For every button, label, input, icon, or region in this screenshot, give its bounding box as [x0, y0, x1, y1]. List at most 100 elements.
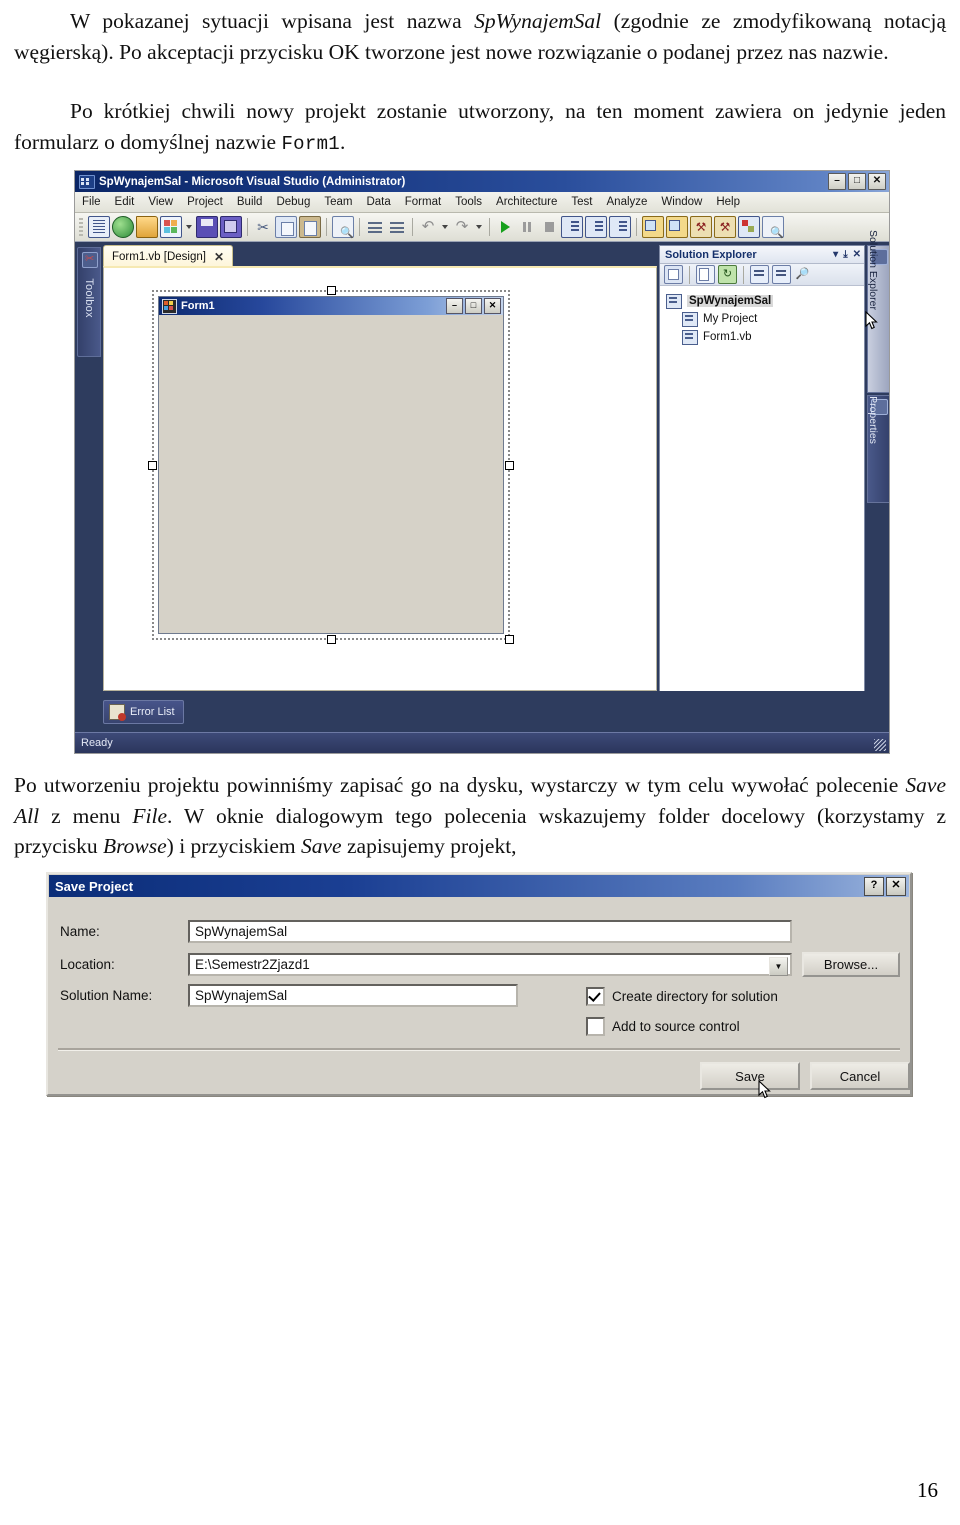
navigate-icon[interactable] [762, 216, 784, 239]
paragraph-3-d: ) i przyciskiem [166, 834, 302, 859]
tab-error-list[interactable]: Error List [103, 700, 184, 724]
sidebar-tab-toolbox[interactable]: Toolbox [77, 247, 101, 357]
name-input[interactable]: SpWynajemSal [188, 920, 792, 943]
view-code-icon[interactable] [750, 265, 769, 284]
chevron-down-icon[interactable] [186, 225, 192, 229]
vs-dock-area: Toolbox Form1.vb [Design] ✕ Form1 [75, 230, 889, 753]
checkbox-unchecked-icon[interactable] [586, 1017, 605, 1036]
form1-preview[interactable]: Form1 – □ ✕ [158, 296, 504, 634]
maximize-icon[interactable]: □ [848, 173, 866, 190]
menu-item-view[interactable]: View [141, 196, 180, 208]
menu-item-file[interactable]: File [75, 196, 108, 208]
object-browser-icon[interactable] [690, 216, 712, 238]
view-designer-icon[interactable] [772, 265, 791, 284]
tab-form1-design[interactable]: Form1.vb [Design] ✕ [103, 245, 234, 268]
menu-item-project[interactable]: Project [180, 196, 230, 208]
sidebar-tab-properties[interactable]: Properties [867, 395, 889, 503]
undo-icon[interactable] [418, 217, 438, 237]
close-icon[interactable]: ✕ [886, 876, 906, 896]
menu-item-test[interactable]: Test [564, 196, 599, 208]
menu-item-debug[interactable]: Debug [269, 196, 317, 208]
resize-handle-top[interactable] [327, 286, 336, 295]
tree-item-form1-vb[interactable]: Form1.vb [682, 328, 864, 346]
chevron-down-icon[interactable]: ▾ [833, 249, 838, 260]
toolbar-separator-5 [489, 218, 490, 236]
save-icon[interactable] [196, 216, 218, 238]
close-icon[interactable]: ✕ [853, 249, 861, 260]
start-debug-icon[interactable] [495, 217, 515, 237]
pause-icon[interactable] [517, 217, 537, 237]
tree-item-my-project[interactable]: My Project [682, 310, 864, 328]
new-project-icon[interactable] [88, 216, 110, 238]
step-out-icon[interactable] [609, 216, 631, 238]
paste-icon[interactable] [299, 216, 321, 238]
menu-item-help[interactable]: Help [709, 196, 747, 208]
save-all-icon[interactable] [220, 216, 242, 238]
menu-item-edit[interactable]: Edit [108, 196, 142, 208]
vs-menu-bar: File Edit View Project Build Debug Team … [75, 192, 889, 213]
stop-icon[interactable] [539, 217, 559, 237]
menu-item-format[interactable]: Format [398, 196, 448, 208]
copy-icon[interactable] [275, 216, 297, 238]
help-icon[interactable]: ? [864, 876, 884, 896]
step-into-icon[interactable] [561, 216, 583, 238]
cancel-button[interactable]: Cancel [810, 1062, 910, 1090]
redo-icon[interactable] [452, 217, 472, 237]
redo-chevron-down-icon[interactable] [476, 225, 482, 229]
refresh-icon[interactable] [718, 265, 737, 284]
name-label: Name: [60, 924, 100, 939]
resize-handle-right[interactable] [505, 461, 514, 470]
location-combobox[interactable]: E:\Semestr2Zjazd1 ▼ [188, 953, 792, 976]
solution-explorer-icon[interactable] [642, 216, 664, 238]
resize-grip-icon[interactable] [874, 739, 886, 751]
save-button[interactable]: Save [700, 1062, 800, 1090]
form-designer-canvas[interactable]: Form1 – □ ✕ [103, 266, 657, 691]
toolbox-icon[interactable] [714, 216, 736, 238]
create-directory-label: Create directory for solution [612, 989, 778, 1004]
menu-item-window[interactable]: Window [654, 196, 709, 208]
browse-button[interactable]: Browse... [802, 952, 900, 977]
add-to-source-control-checkbox[interactable]: Add to source control [586, 1017, 740, 1036]
solution-explorer-title: Solution Explorer [665, 248, 757, 261]
tree-item-solution[interactable]: SpWynajemSal [666, 292, 864, 310]
pin-icon[interactable]: ⤓ [843, 249, 847, 260]
add-new-item-icon[interactable] [160, 216, 182, 238]
form-designer-selection[interactable]: Form1 – □ ✕ [148, 286, 514, 644]
close-icon[interactable]: ✕ [868, 173, 886, 190]
menu-item-team[interactable]: Team [317, 196, 359, 208]
new-web-site-icon[interactable] [112, 216, 134, 238]
paragraph-3-e: zapisujemy projekt, [341, 834, 517, 859]
resize-handle-bottom[interactable] [327, 635, 336, 644]
sidebar-tab-solution-explorer[interactable]: Solution Explorer [867, 230, 889, 393]
open-file-icon[interactable] [136, 216, 158, 238]
comment-icon[interactable] [365, 217, 385, 237]
toolbox-tab-label: Toolbox [83, 278, 95, 318]
cut-icon[interactable] [253, 217, 273, 237]
resize-handle-left[interactable] [148, 461, 157, 470]
show-all-files-icon[interactable] [696, 265, 715, 284]
chevron-down-icon[interactable]: ▼ [769, 957, 788, 976]
object-browser-icon[interactable] [794, 266, 811, 283]
menu-item-analyze[interactable]: Analyze [600, 196, 655, 208]
close-icon[interactable]: ✕ [214, 250, 224, 264]
find-icon[interactable] [332, 216, 354, 239]
error-list-icon[interactable] [738, 216, 760, 238]
menu-item-build[interactable]: Build [230, 196, 270, 208]
toolbar-grip[interactable] [79, 218, 83, 236]
create-directory-checkbox[interactable]: Create directory for solution [586, 987, 778, 1006]
dialog-window-controls: ? ✕ [864, 876, 909, 896]
undo-chevron-down-icon[interactable] [442, 225, 448, 229]
step-over-icon[interactable] [585, 216, 607, 238]
menu-item-data[interactable]: Data [359, 196, 397, 208]
paragraph-2-code-term: Form1 [281, 132, 340, 155]
solution-name-input[interactable]: SpWynajemSal [188, 984, 518, 1007]
menu-item-architecture[interactable]: Architecture [489, 196, 564, 208]
uncomment-icon[interactable] [387, 217, 407, 237]
location-label: Location: [60, 957, 115, 972]
menu-item-tools[interactable]: Tools [448, 196, 489, 208]
resize-handle-corner[interactable] [505, 635, 514, 644]
properties-window-icon[interactable] [666, 216, 688, 238]
checkbox-checked-icon[interactable] [586, 987, 605, 1006]
minimize-icon[interactable]: – [828, 173, 846, 190]
properties-icon[interactable] [664, 265, 683, 284]
